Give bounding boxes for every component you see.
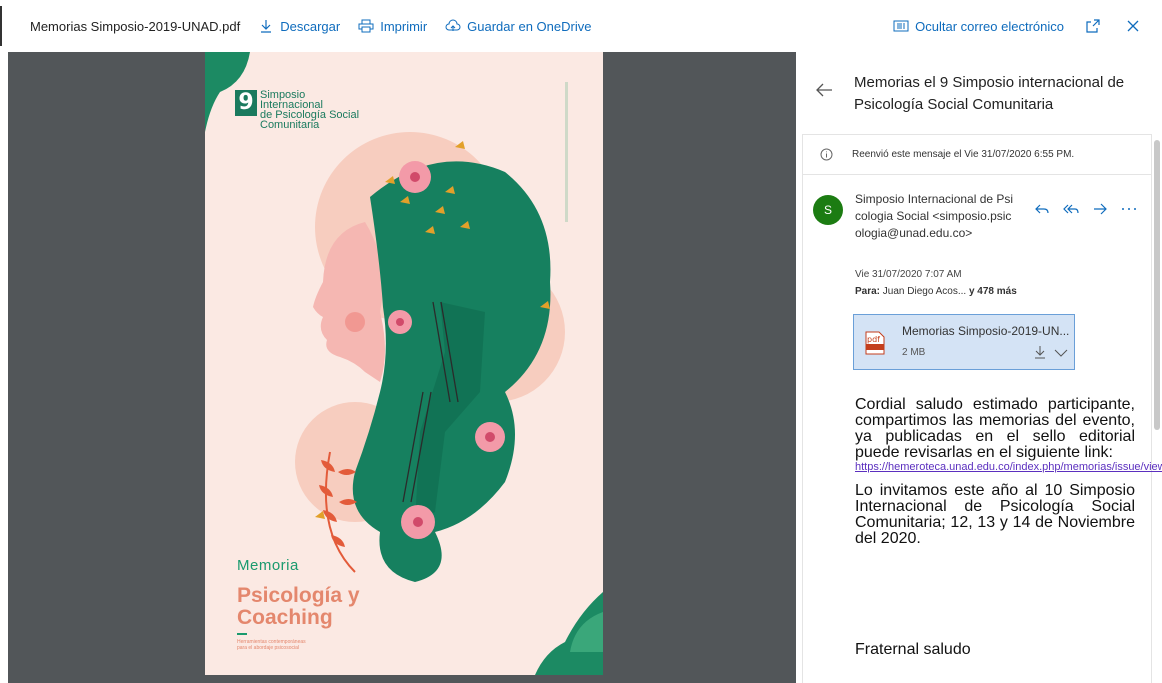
download-icon	[258, 18, 274, 34]
panel-icon	[893, 18, 909, 34]
printer-icon	[358, 18, 374, 34]
back-arrow-icon[interactable]	[814, 80, 836, 102]
logo-line-4: Comunitaria	[260, 119, 320, 131]
cover-illustration	[205, 52, 603, 675]
conference-logo: 9 Simposio Internacional de Psicología S…	[235, 90, 359, 131]
body-paragraph-1: Cordial saludo estimado participante, co…	[855, 396, 1135, 461]
pdf-icon-label: pdf	[867, 335, 880, 344]
close-icon[interactable]	[1122, 15, 1144, 37]
attachment-name: Memorias Simposio-2019-UN...	[902, 324, 1070, 338]
cloud-upload-icon	[445, 18, 461, 34]
email-subject: Memorias el 9 Simposio internacional de …	[854, 74, 1125, 113]
pdf-page: 9 Simposio Internacional de Psicología S…	[205, 52, 603, 675]
avatar: S	[813, 195, 843, 225]
logo-text: Simposio Internacional de Psicología Soc…	[260, 90, 359, 131]
hide-email-label: Ocultar correo electrónico	[915, 18, 1064, 34]
download-button[interactable]: Descargar	[258, 18, 340, 34]
reply-icon[interactable]	[1030, 199, 1054, 219]
attachment-card[interactable]: pdf Memorias Simposio-2019-UN... 2 MB	[853, 314, 1075, 370]
download-label: Descargar	[280, 18, 341, 34]
recipients[interactable]: Para: Juan Diego Acos... y 478 más	[855, 286, 1017, 297]
file-name: Memorias Simposio-2019-UNAD.pdf	[30, 18, 241, 34]
to-value: Juan Diego Acos...	[882, 286, 967, 297]
forward-icon[interactable]	[1088, 199, 1112, 219]
cover-title: Psicología y Coaching	[237, 585, 360, 629]
message-card: S Simposio Internacional de Psicologia S…	[802, 174, 1162, 683]
message-date: Vie 31/07/2020 7:07 AM	[855, 269, 962, 280]
attachment-size: 2 MB	[902, 347, 926, 358]
forward-notice: Reenvió este mensaje el Vie 31/07/2020 6…	[802, 134, 1152, 174]
cover-title-line2: Coaching	[237, 606, 333, 629]
hide-email-button[interactable]: Ocultar correo electrónico	[893, 18, 1064, 34]
message-body: Cordial saludo estimado participante, co…	[855, 396, 1162, 557]
message-actions	[1025, 199, 1141, 219]
email-pane: Memorias el 9 Simposio internacional de …	[796, 52, 1162, 683]
to-label: Para:	[855, 286, 881, 297]
info-icon	[820, 148, 834, 162]
chevron-down-icon[interactable]	[1054, 345, 1068, 359]
more-icon[interactable]	[1117, 199, 1141, 219]
to-more[interactable]: y 478 más	[969, 286, 1017, 297]
subject-header: Memorias el 9 Simposio internacional de …	[796, 52, 1162, 132]
closing-text: Fraternal saludo	[855, 641, 971, 658]
print-button[interactable]: Imprimir	[358, 18, 427, 34]
pdf-file-icon: pdf	[865, 331, 885, 355]
forward-note-text: Reenvió este mensaje el Vie 31/07/2020 6…	[852, 149, 1075, 160]
print-label: Imprimir	[380, 18, 428, 34]
onedrive-label: Guardar en OneDrive	[467, 18, 592, 34]
logo-number: 9	[235, 90, 257, 116]
popout-icon[interactable]	[1082, 15, 1104, 37]
window-edge	[0, 6, 2, 46]
save-onedrive-button[interactable]: Guardar en OneDrive	[445, 18, 591, 34]
download-attachment-icon[interactable]	[1034, 345, 1048, 359]
pdf-viewer[interactable]: 9 Simposio Internacional de Psicología S…	[8, 52, 796, 683]
memorias-link[interactable]: https://hemeroteca.unad.edu.co/index.php…	[855, 461, 1162, 473]
body-paragraph-2: Lo invitamos este año al 10 Simposio Int…	[855, 482, 1135, 547]
scrollbar[interactable]	[1154, 140, 1160, 430]
sender[interactable]: Simposio Internacional de Psicologia Soc…	[855, 191, 1015, 242]
cover-subtitle: Herramientas contemporáneas para el abor…	[237, 639, 306, 651]
viewer-toolbar: Memorias Simposio-2019-UNAD.pdf Descarga…	[0, 0, 1162, 52]
cover-divider	[237, 633, 247, 635]
reply-all-icon[interactable]	[1059, 199, 1083, 219]
cover-memoria: Memoria	[237, 557, 299, 574]
cover-title-line1: Psicología y	[237, 584, 360, 607]
